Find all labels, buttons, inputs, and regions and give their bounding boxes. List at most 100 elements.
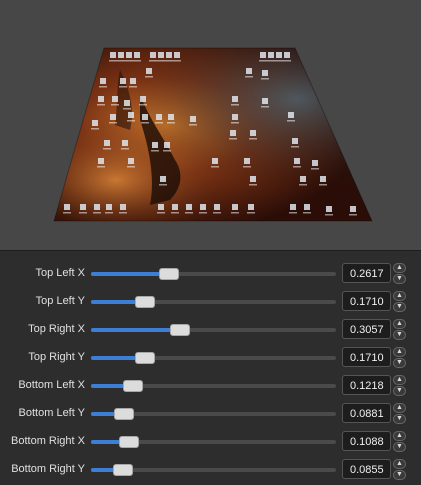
slider-handle[interactable] [159, 268, 179, 280]
desktop-icon-caption [259, 60, 267, 62]
desktop-icon [64, 204, 70, 210]
desktop-icon [350, 206, 356, 212]
desktop-icon [174, 52, 180, 58]
chevron-up-icon[interactable]: ▲ [393, 263, 406, 273]
chevron-down-icon[interactable]: ▼ [393, 470, 406, 480]
value-spinbox[interactable]: 0.1088 [342, 431, 391, 451]
slider-handle[interactable] [113, 464, 133, 476]
slider-handle[interactable] [170, 324, 190, 336]
value-slider[interactable] [91, 324, 336, 336]
chevron-down-icon[interactable]: ▼ [393, 274, 406, 284]
control-row: Bottom Right X 0.1088 ▲ ▼ [0, 428, 421, 456]
value-slider[interactable] [91, 380, 336, 392]
desktop-icon-caption [283, 60, 291, 62]
desktop-icon [200, 204, 206, 210]
control-row: Bottom Right Y 0.0855 ▲ ▼ [0, 456, 421, 484]
desktop-icon-caption [349, 214, 357, 216]
value-slider[interactable] [91, 268, 336, 280]
control-row: Top Right Y 0.1710 ▲ ▼ [0, 344, 421, 372]
chevron-up-icon[interactable]: ▲ [393, 459, 406, 469]
desktop-icon-caption [119, 86, 127, 88]
desktop-icon-caption [275, 60, 283, 62]
chevron-up-icon[interactable]: ▲ [393, 319, 406, 329]
value-spinbox[interactable]: 0.1710 [342, 347, 391, 367]
spin-buttons: ▲ ▼ [393, 319, 407, 341]
value-spinbox[interactable]: 0.3057 [342, 319, 391, 339]
spin-buttons: ▲ ▼ [393, 431, 407, 453]
desktop-icon-caption [319, 184, 327, 186]
desktop-icon-caption [291, 146, 299, 148]
desktop-icon-caption [133, 60, 141, 62]
value-spinbox[interactable]: 0.1218 [342, 375, 391, 395]
desktop-icon [160, 176, 166, 182]
desktop-icon-caption [163, 150, 171, 152]
value-slider[interactable] [91, 296, 336, 308]
slider-handle[interactable] [114, 408, 134, 420]
chevron-up-icon[interactable]: ▲ [393, 347, 406, 357]
desktop-icon-caption [105, 212, 113, 214]
desktop-icon-caption [91, 128, 99, 130]
control-row: Top Right X 0.3057 ▲ ▼ [0, 316, 421, 344]
desktop-icon-caption [127, 120, 135, 122]
control-label: Bottom Right Y [11, 463, 85, 475]
control-label: Bottom Right X [11, 435, 85, 447]
desktop-icon-caption [139, 104, 147, 106]
slider-handle[interactable] [119, 436, 139, 448]
value-slider[interactable] [91, 408, 336, 420]
spin-buttons: ▲ ▼ [393, 375, 407, 397]
desktop-icon [140, 96, 146, 102]
slider-fill [91, 328, 178, 332]
desktop-icon [168, 114, 174, 120]
slider-handle[interactable] [123, 380, 143, 392]
desktop-icon [110, 52, 116, 58]
chevron-down-icon[interactable]: ▼ [393, 302, 406, 312]
slider-handle[interactable] [135, 296, 155, 308]
control-label: Top Right X [28, 323, 85, 335]
desktop-icon-caption [261, 106, 269, 108]
desktop-icon [214, 204, 220, 210]
control-label: Top Left Y [35, 295, 85, 307]
desktop-icon-caption [157, 60, 165, 62]
chevron-down-icon[interactable]: ▼ [393, 358, 406, 368]
chevron-up-icon[interactable]: ▲ [393, 291, 406, 301]
desktop-icon-caption [325, 214, 333, 216]
desktop-icon-caption [303, 212, 311, 214]
desktop-icon-caption [125, 60, 133, 62]
slider-handle[interactable] [135, 352, 155, 364]
desktop-icon [104, 140, 110, 146]
desktop-icon [230, 130, 236, 136]
desktop-icon-caption [155, 122, 163, 124]
desktop-icon [262, 98, 268, 104]
desktop-icon-caption [127, 166, 135, 168]
desktop-icon [128, 158, 134, 164]
desktop-icon-caption [119, 212, 127, 214]
value-spinbox[interactable]: 0.0855 [342, 459, 391, 479]
desktop-icon [288, 112, 294, 118]
value-slider[interactable] [91, 464, 336, 476]
chevron-down-icon[interactable]: ▼ [393, 386, 406, 396]
desktop-icon [106, 204, 112, 210]
chevron-down-icon[interactable]: ▼ [393, 442, 406, 452]
desktop-icon [164, 142, 170, 148]
value-spinbox[interactable]: 0.2617 [342, 263, 391, 283]
chevron-down-icon[interactable]: ▼ [393, 414, 406, 424]
control-label: Top Left X [35, 267, 85, 279]
chevron-up-icon[interactable]: ▲ [393, 403, 406, 413]
value-slider[interactable] [91, 352, 336, 364]
desktop-icon [112, 96, 118, 102]
desktop-icon-caption [243, 166, 251, 168]
chevron-up-icon[interactable]: ▲ [393, 431, 406, 441]
desktop-icon-caption [149, 60, 157, 62]
chevron-down-icon[interactable]: ▼ [393, 330, 406, 340]
desktop-icon-caption [97, 104, 105, 106]
desktop-icon [246, 68, 252, 74]
desktop-icon [172, 204, 178, 210]
chevron-up-icon[interactable]: ▲ [393, 375, 406, 385]
value-slider[interactable] [91, 436, 336, 448]
value-spinbox[interactable]: 0.0881 [342, 403, 391, 423]
value-spinbox[interactable]: 0.1710 [342, 291, 391, 311]
desktop-icon-caption [123, 108, 131, 110]
desktop-icon-caption [93, 212, 101, 214]
desktop-icon-caption [249, 138, 257, 140]
desktop-icon-caption [103, 148, 111, 150]
